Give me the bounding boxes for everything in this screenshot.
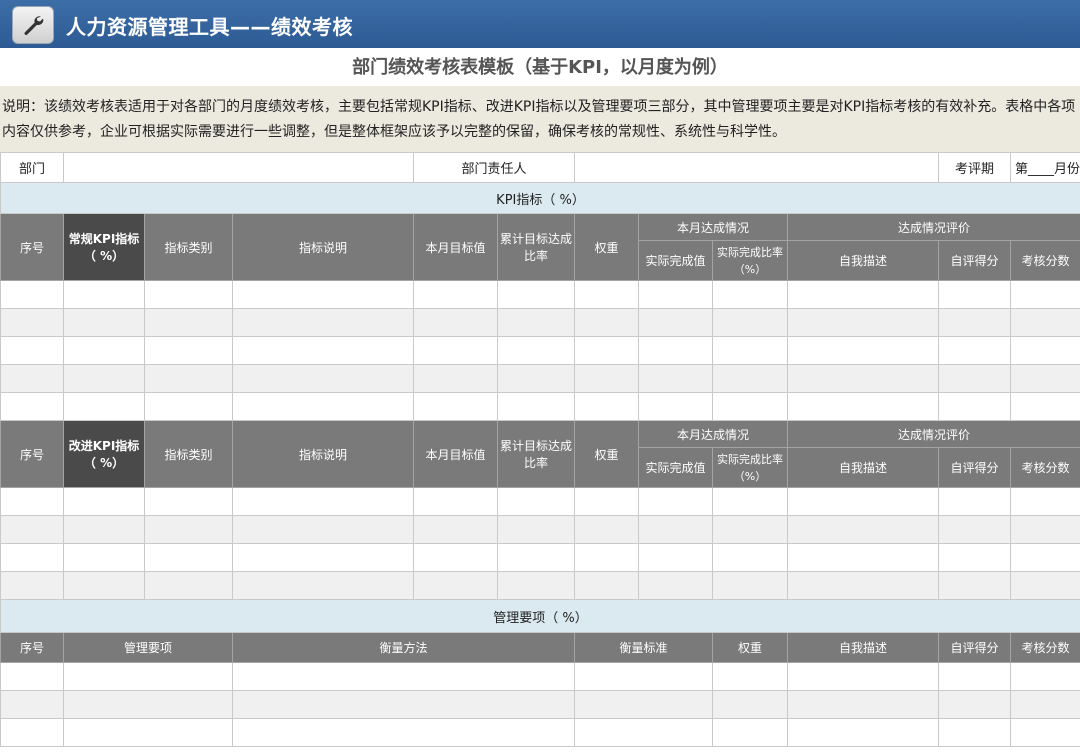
- col-self-score: 自评得分: [938, 447, 1012, 488]
- col-self-desc: 自我描述: [787, 632, 940, 663]
- col-desc: 指标说明: [231, 213, 415, 281]
- col-weight: 权重: [574, 213, 640, 281]
- col-month-target: 本月目标值: [413, 213, 499, 281]
- col-review-score: 考核分数: [1010, 240, 1080, 281]
- col-standard: 衡量标准: [574, 632, 714, 663]
- col-self-score: 自评得分: [938, 632, 1012, 663]
- col-month-achieve: 本月达成情况: [638, 420, 789, 448]
- dept-label: 部门: [0, 152, 64, 183]
- period-value: 第____月份: [1015, 162, 1080, 177]
- title-bar: 人力资源管理工具——绩效考核: [0, 0, 1080, 48]
- table-row[interactable]: [0, 662, 1080, 691]
- col-review-score: 考核分数: [1010, 447, 1080, 488]
- table-row[interactable]: [0, 280, 1080, 309]
- table-row[interactable]: [0, 690, 1080, 719]
- period-field[interactable]: 第____月份: [1010, 152, 1080, 183]
- table-row[interactable]: [0, 308, 1080, 337]
- regular-kpi-header-row: 序号 常规KPI指标（ %） 指标类别 指标说明 本月目标值 累计目标达成比率 …: [0, 213, 1080, 281]
- col-seq: 序号: [0, 632, 64, 663]
- app-title: 人力资源管理工具——绩效考核: [66, 15, 353, 39]
- col-eval: 达成情况评价: [787, 420, 1080, 448]
- owner-field[interactable]: [574, 152, 940, 183]
- col-method: 衡量方法: [231, 632, 576, 663]
- instructions-note: 说明：该绩效考核表适用于对各部门的月度绩效考核，主要包括常规KPI指标、改进KP…: [0, 86, 1080, 152]
- col-actual-rate: 实际完成比率（%）: [712, 240, 789, 281]
- col-cum-rate: 累计目标达成比率: [497, 420, 576, 488]
- table-row[interactable]: [0, 487, 1080, 516]
- info-row: 部门 部门责任人 考评期 第____月份: [0, 152, 1080, 183]
- period-label: 考评期: [938, 152, 1012, 183]
- col-month-target: 本月目标值: [413, 420, 499, 488]
- col-seq: 序号: [0, 420, 64, 488]
- col-mgmt-item: 管理要项: [63, 632, 233, 663]
- col-improve-kpi: 改进KPI指标（ %）: [63, 420, 145, 488]
- table-row[interactable]: [0, 392, 1080, 421]
- col-desc: 指标说明: [231, 420, 415, 488]
- table-row[interactable]: [0, 718, 1080, 747]
- col-self-score: 自评得分: [938, 240, 1012, 281]
- dept-field[interactable]: [62, 152, 415, 183]
- col-review-score: 考核分数: [1010, 632, 1080, 663]
- kpi-section-row: KPI指标（ %）: [0, 182, 1080, 214]
- col-eval: 达成情况评价: [787, 213, 1080, 241]
- assessment-table: 部门 部门责任人 考评期 第____月份 KPI指标（ %） 序号 常规KPI指…: [0, 152, 1080, 747]
- col-category: 指标类别: [144, 213, 233, 281]
- col-category: 指标类别: [144, 420, 233, 488]
- page-title: 部门绩效考核表模板（基于KPI，以月度为例）: [0, 48, 1080, 86]
- col-cum-rate: 累计目标达成比率: [497, 213, 576, 281]
- mgmt-header-row: 序号 管理要项 衡量方法 衡量标准 权重 自我描述 自评得分 考核分数: [0, 632, 1080, 663]
- table-row[interactable]: [0, 336, 1080, 365]
- table-row[interactable]: [0, 364, 1080, 393]
- col-seq: 序号: [0, 213, 64, 281]
- owner-label: 部门责任人: [413, 152, 576, 183]
- col-self-desc: 自我描述: [787, 240, 940, 281]
- col-regular-kpi: 常规KPI指标（ %）: [63, 213, 145, 281]
- mgmt-section-row: 管理要项（ %）: [0, 599, 1080, 633]
- col-weight: 权重: [712, 632, 789, 663]
- col-self-desc: 自我描述: [787, 447, 940, 488]
- table-row[interactable]: [0, 515, 1080, 544]
- col-actual-value: 实际完成值: [638, 240, 714, 281]
- col-actual-value: 实际完成值: [638, 447, 714, 488]
- col-actual-rate: 实际完成比率（%）: [712, 447, 789, 488]
- table-row[interactable]: [0, 571, 1080, 600]
- mgmt-section-title: 管理要项（ %）: [0, 599, 1080, 633]
- table-row[interactable]: [0, 543, 1080, 572]
- kpi-section-title: KPI指标（ %）: [0, 182, 1080, 214]
- col-weight: 权重: [574, 420, 640, 488]
- wrench-icon: [12, 6, 54, 44]
- col-month-achieve: 本月达成情况: [638, 213, 789, 241]
- improve-kpi-header-row: 序号 改进KPI指标（ %） 指标类别 指标说明 本月目标值 累计目标达成比率 …: [0, 420, 1080, 488]
